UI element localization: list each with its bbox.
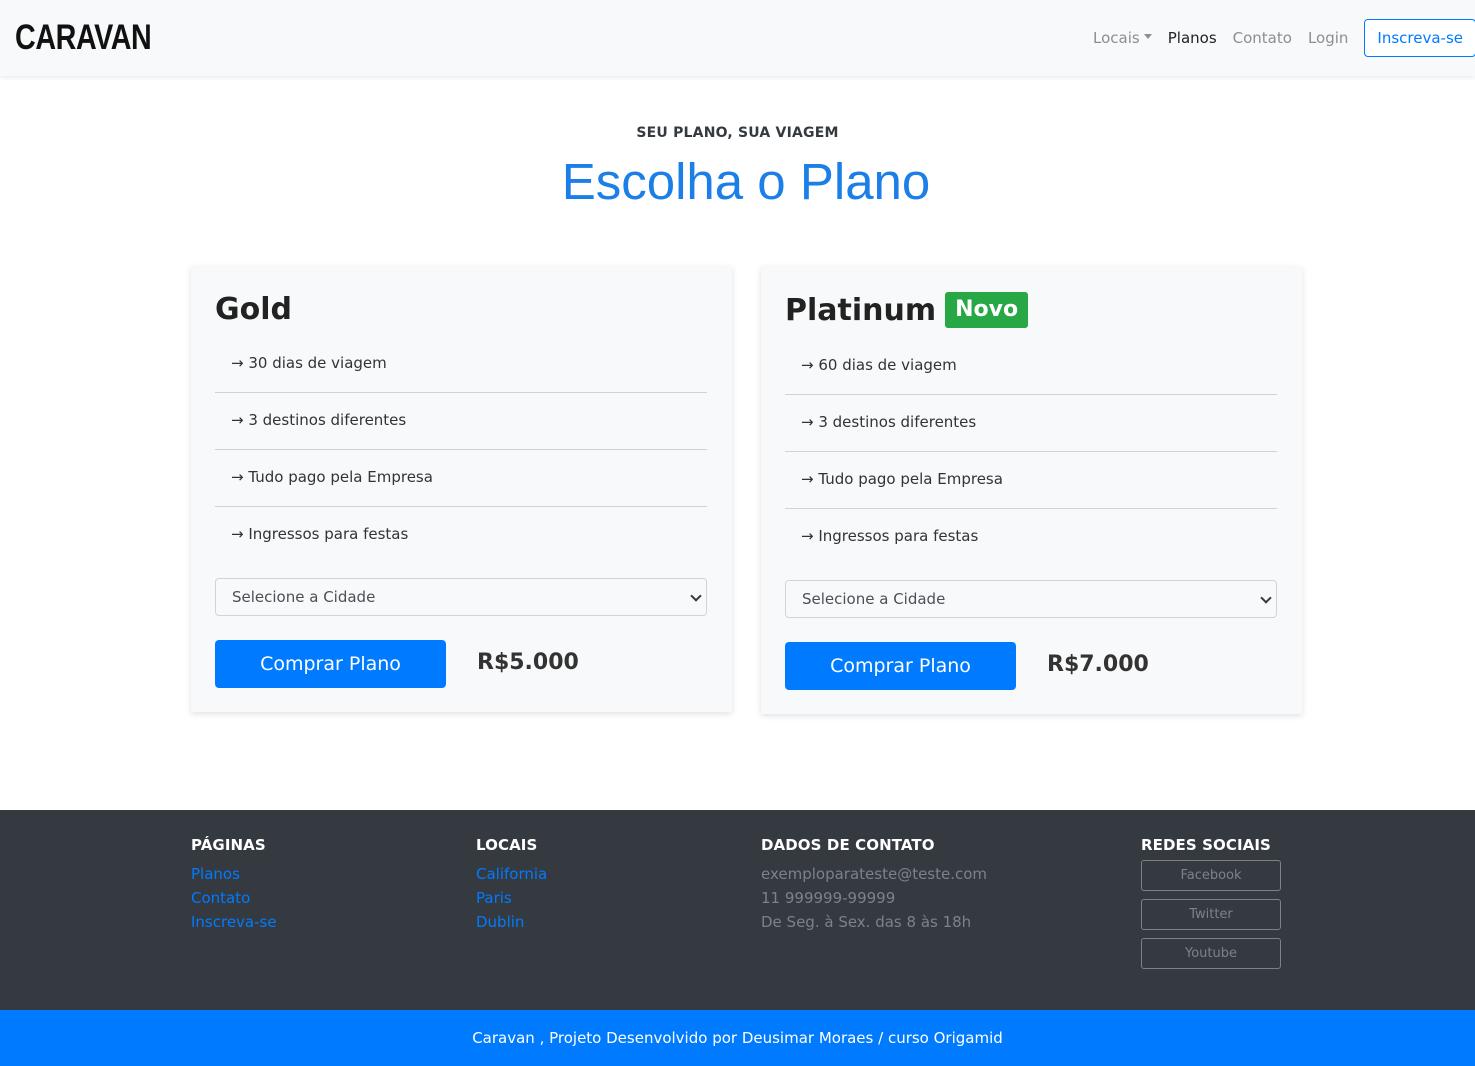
- plan-card-gold: Gold → 30 dias de viagem → 3 destinos di…: [191, 266, 732, 712]
- footer-link-inscreva[interactable]: Inscreva-se: [191, 910, 277, 934]
- buy-plan-button[interactable]: Comprar Plano: [785, 642, 1016, 690]
- twitter-button[interactable]: Twitter: [1141, 899, 1281, 930]
- nav-planos[interactable]: Planos: [1168, 29, 1217, 47]
- city-select-value: Selecione a Cidade: [802, 590, 946, 608]
- footer-paginas: PÁGINAS Planos Contato Inscreva-se: [191, 836, 277, 934]
- feature-item: → Ingressos para festas: [801, 527, 979, 545]
- footer-contato: DADOS DE CONTATO exemploparateste@teste.…: [761, 836, 987, 934]
- footer-locais: LOCAIS California Paris Dublin: [476, 836, 547, 934]
- feature-item: → 60 dias de viagem: [785, 338, 1277, 395]
- plan-title: Platinum Novo: [785, 292, 1029, 328]
- buy-plan-button[interactable]: Comprar Plano: [215, 640, 446, 688]
- footer-redes: REDES SOCIAIS Facebook Twitter Youtube: [1141, 836, 1281, 977]
- copyright-bar: Caravan , Projeto Desenvolvido por Deusi…: [0, 1010, 1475, 1066]
- footer-heading: DADOS DE CONTATO: [761, 836, 935, 854]
- chevron-down-icon: [690, 590, 702, 602]
- nav-locais-dropdown[interactable]: Locais: [1093, 29, 1152, 47]
- feature-list: → 30 dias de viagem → 3 destinos diferen…: [215, 336, 707, 564]
- city-select-value: Selecione a Cidade: [232, 588, 376, 606]
- feature-item: → Tudo pago pela Empresa: [785, 452, 1277, 509]
- navbar: CARAVAN Locais Planos Contato Login Insc…: [0, 0, 1475, 76]
- youtube-button[interactable]: Youtube: [1141, 938, 1281, 969]
- contact-phone: 11 999999-99999: [761, 889, 896, 907]
- plan-name: Platinum: [785, 292, 937, 328]
- footer-link-dublin[interactable]: Dublin: [476, 910, 547, 934]
- footer: PÁGINAS Planos Contato Inscreva-se LOCAI…: [0, 810, 1475, 1010]
- feature-item: → 3 destinos diferentes: [785, 395, 1277, 452]
- new-badge: Novo: [945, 292, 1029, 328]
- nav-login[interactable]: Login: [1308, 29, 1348, 47]
- page-subtitle: SEU PLANO, SUA VIAGEM: [636, 125, 839, 141]
- footer-heading: LOCAIS: [476, 836, 538, 854]
- signup-button[interactable]: Inscreva-se: [1364, 19, 1475, 57]
- nav-contato[interactable]: Contato: [1233, 29, 1292, 47]
- city-select[interactable]: Selecione a Cidade: [215, 578, 707, 616]
- facebook-button[interactable]: Facebook: [1141, 860, 1281, 891]
- feature-item: → Tudo pago pela Empresa: [215, 450, 707, 507]
- plan-price: R$7.000: [1047, 652, 1149, 677]
- feature-item: → 3 destinos diferentes: [215, 393, 707, 450]
- footer-link-paris[interactable]: Paris: [476, 886, 547, 910]
- feature-item: → Ingressos para festas: [231, 525, 409, 543]
- footer-link-planos[interactable]: Planos: [191, 862, 277, 886]
- nav-menu: Locais Planos Contato Login Inscreva-se: [1093, 0, 1475, 76]
- plan-title: Gold: [215, 292, 292, 327]
- plan-name: Gold: [215, 292, 292, 327]
- feature-item: → 30 dias de viagem: [215, 336, 707, 393]
- nav-locais-label: Locais: [1093, 29, 1140, 47]
- page-title: Escolha o Plano: [561, 153, 931, 210]
- contact-email: exemploparateste@teste.com: [761, 865, 988, 883]
- chevron-down-icon: [1260, 592, 1272, 604]
- footer-heading: REDES SOCIAIS: [1141, 836, 1271, 854]
- city-select[interactable]: Selecione a Cidade: [785, 580, 1277, 618]
- contact-hours: De Seg. à Sex. das 8 às 18h: [761, 913, 972, 931]
- footer-link-california[interactable]: California: [476, 862, 547, 886]
- footer-heading: PÁGINAS: [191, 836, 266, 854]
- caret-down-icon: [1143, 34, 1152, 39]
- brand-logo[interactable]: CARAVAN: [15, 18, 152, 58]
- plan-price: R$5.000: [477, 650, 579, 675]
- feature-list: → 60 dias de viagem → 3 destinos diferen…: [785, 338, 1277, 566]
- footer-link-contato[interactable]: Contato: [191, 886, 277, 910]
- plan-card-platinum: Platinum Novo → 60 dias de viagem → 3 de…: [761, 266, 1302, 714]
